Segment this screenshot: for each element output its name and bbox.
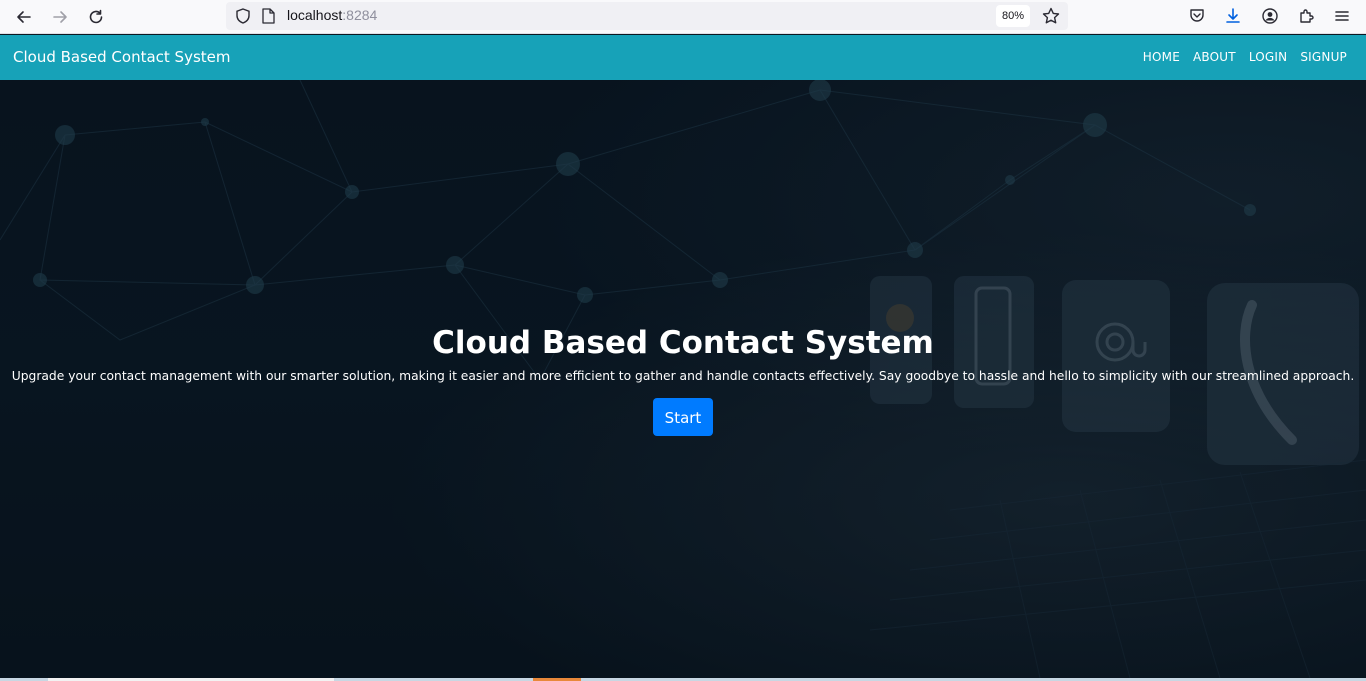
page-icon[interactable] [260, 7, 276, 25]
address-bar[interactable]: localhost:8284 80% [226, 2, 1068, 30]
extensions-icon[interactable] [1295, 5, 1317, 27]
browser-toolbar: localhost:8284 80% [0, 0, 1366, 34]
start-button[interactable]: Start [653, 398, 713, 436]
reload-icon[interactable] [84, 5, 108, 29]
back-icon[interactable] [12, 5, 36, 29]
url-host: localhost [287, 7, 343, 23]
menu-icon[interactable] [1331, 5, 1353, 27]
url-text[interactable]: localhost:8284 [287, 7, 377, 23]
url-port: :8284 [342, 7, 378, 23]
site-navbar: Cloud Based Contact System HOME ABOUT LO… [0, 35, 1366, 80]
hero-section: Cloud Based Contact System Upgrade your … [0, 80, 1366, 678]
nav-about-link[interactable]: ABOUT [1193, 50, 1236, 64]
nav-signup-link[interactable]: SIGNUP [1300, 50, 1347, 64]
bookmark-star-icon[interactable] [1041, 6, 1061, 26]
download-icon[interactable] [1222, 5, 1244, 27]
zoom-badge[interactable]: 80% [996, 5, 1030, 27]
hero-title: Cloud Based Contact System [432, 325, 934, 361]
brand-link[interactable]: Cloud Based Contact System [13, 48, 231, 66]
account-icon[interactable] [1259, 5, 1281, 27]
hero-description: Upgrade your contact management with our… [11, 369, 1355, 383]
nav-links: HOME ABOUT LOGIN SIGNUP [1143, 50, 1347, 64]
nav-login-link[interactable]: LOGIN [1249, 50, 1288, 64]
shield-icon[interactable] [234, 7, 252, 25]
forward-icon[interactable] [48, 5, 72, 29]
pocket-icon[interactable] [1186, 5, 1208, 27]
hero-content: Cloud Based Contact System Upgrade your … [0, 324, 1366, 436]
nav-home-link[interactable]: HOME [1143, 50, 1180, 64]
